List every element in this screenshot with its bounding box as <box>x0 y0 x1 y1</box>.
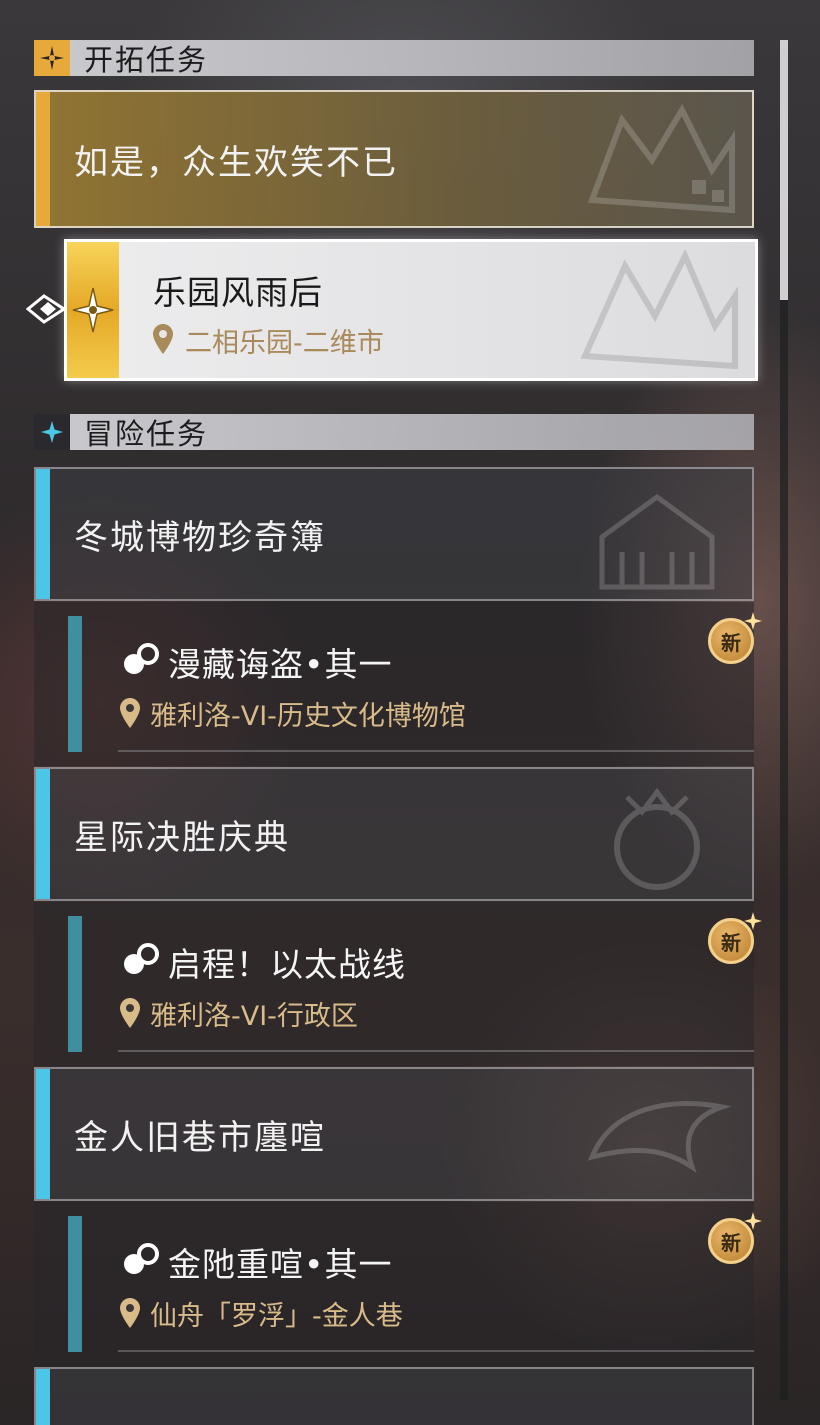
scrollbar-thumb[interactable] <box>780 40 788 300</box>
sparkle-icon <box>744 612 762 630</box>
location-pin-icon <box>120 698 140 728</box>
group-stripe <box>36 1369 50 1425</box>
group-title: 如是，众生欢笑不已 <box>74 142 398 183</box>
location-pin-icon <box>153 324 173 354</box>
quest-item[interactable]: 启程！以太战线 雅利洛-VI-行政区 新 <box>34 902 762 1066</box>
adventure-quest-icon <box>124 1243 159 1274</box>
adventure-quest-icon <box>124 643 159 674</box>
bird-emblem-icon <box>587 1101 732 1174</box>
group-stripe <box>36 769 50 899</box>
quest-title: 漫藏诲盗•其一 <box>168 645 393 684</box>
adventure-quest-icon <box>124 943 159 974</box>
trailblaze-star-icon <box>72 287 114 333</box>
quest-group-adventure[interactable]: 冬城博物珍奇簿 <box>34 467 754 601</box>
quest-group-trailblaze[interactable]: 如是，众生欢笑不已 <box>34 90 754 228</box>
quest-title: 金阤重喧•其一 <box>168 1245 393 1284</box>
divider <box>118 1050 754 1052</box>
section-title: 开拓任务 <box>84 43 209 77</box>
sparkle-icon <box>744 1212 762 1230</box>
group-stripe <box>36 92 50 226</box>
quest-location: 二相乐园-二维市 <box>185 328 384 359</box>
quest-gold-stripe <box>67 242 119 378</box>
quest-group-adventure[interactable]: 星际决胜庆典 <box>34 767 754 901</box>
quest-title: 乐园风雨后 <box>153 273 323 312</box>
emblem-art-icon <box>580 248 738 370</box>
group-stripe <box>36 469 50 599</box>
quest-bar <box>68 616 82 752</box>
quest-bar <box>68 1216 82 1352</box>
section-header-trailblaze: 开拓任务 <box>34 40 754 77</box>
current-quest-card[interactable]: 乐园风雨后 二相乐园-二维市 <box>64 239 758 381</box>
sparkle-icon <box>744 912 762 930</box>
sparkle-icon <box>34 414 70 450</box>
group-stripe <box>36 1069 50 1199</box>
divider <box>118 750 754 752</box>
quest-item[interactable]: 漫藏诲盗•其一 雅利洛-VI-历史文化博物馆 新 <box>34 602 762 766</box>
quest-bar <box>68 916 82 1052</box>
group-title: 冬城博物珍奇簿 <box>74 517 326 558</box>
quest-item[interactable]: 金阤重喧•其一 仙舟「罗浮」-金人巷 新 <box>34 1202 762 1366</box>
section-header-adventure: 冒险任务 <box>34 414 754 451</box>
quest-location: 仙舟「罗浮」-金人巷 <box>150 1301 403 1332</box>
divider <box>118 1350 754 1352</box>
new-badge: 新 <box>706 1212 762 1264</box>
quest-group-adventure[interactable] <box>34 1367 754 1425</box>
quest-title: 启程！以太战线 <box>168 945 406 984</box>
group-title: 金人旧巷市廛喧 <box>74 1117 326 1158</box>
location-pin-icon <box>120 998 140 1028</box>
trailblaze-star-icon <box>34 40 70 76</box>
quest-location: 雅利洛-VI-行政区 <box>150 1001 358 1032</box>
new-badge: 新 <box>706 912 762 964</box>
museum-emblem-icon <box>599 493 715 590</box>
new-badge: 新 <box>706 612 762 664</box>
tracking-arrow-icon <box>26 294 66 324</box>
crown-emblem-icon <box>614 787 700 890</box>
section-title: 冒险任务 <box>84 417 209 451</box>
emblem-art-icon <box>587 103 735 214</box>
group-title: 星际决胜庆典 <box>74 817 290 858</box>
quest-group-adventure[interactable]: 金人旧巷市廛喧 <box>34 1067 754 1201</box>
quest-location: 雅利洛-VI-历史文化博物馆 <box>150 701 466 732</box>
location-pin-icon <box>120 1298 140 1328</box>
